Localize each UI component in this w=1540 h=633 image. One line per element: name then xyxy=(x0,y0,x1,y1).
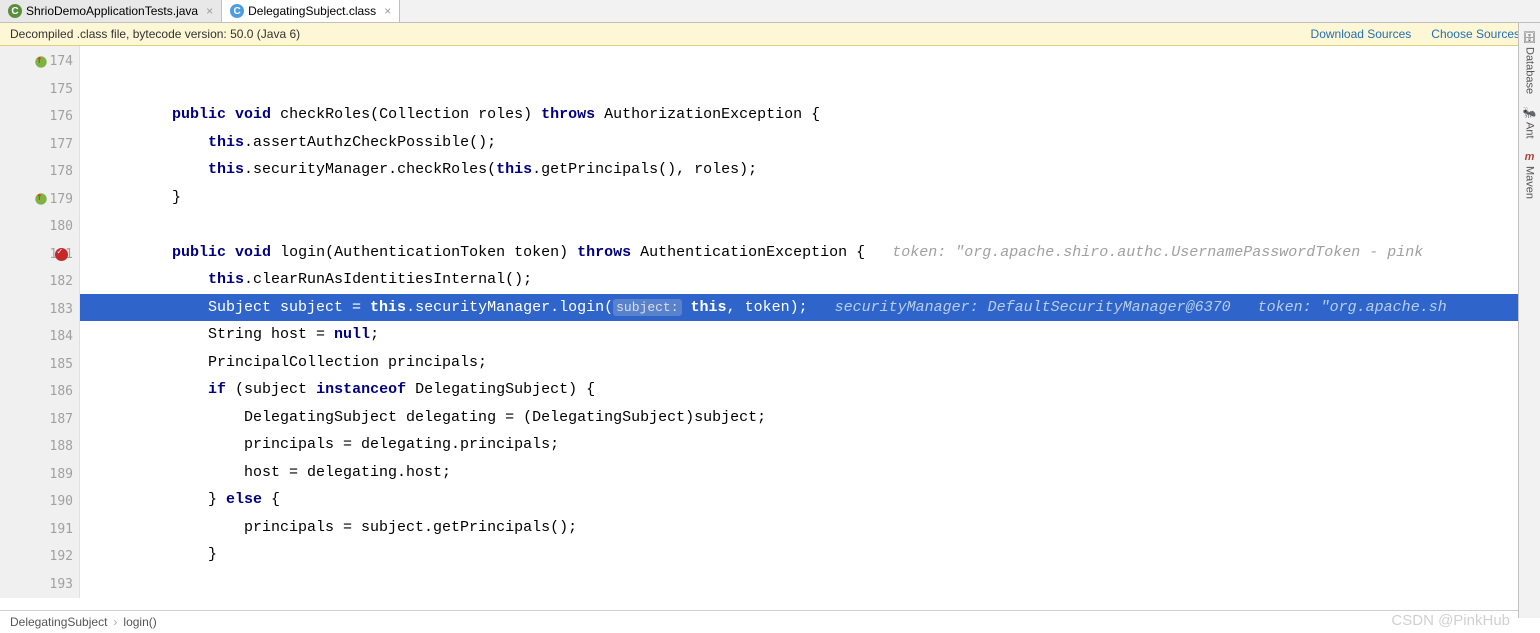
gutter-line[interactable]: 183 xyxy=(0,296,79,324)
close-icon[interactable]: × xyxy=(384,4,391,18)
editor-tabs: C ShrioDemoApplicationTests.java × C Del… xyxy=(0,0,1540,23)
maven-icon: m xyxy=(1525,151,1535,163)
tool-database[interactable]: 🗄 Database xyxy=(1523,31,1537,94)
gutter-line[interactable]: 186 xyxy=(0,378,79,406)
override-icon[interactable] xyxy=(34,192,48,206)
breadcrumb-class[interactable]: DelegatingSubject xyxy=(10,615,107,629)
code-line[interactable]: String host = null; xyxy=(100,321,1540,349)
gutter-line[interactable]: 177 xyxy=(0,131,79,159)
code-line[interactable]: principals = delegating.principals; xyxy=(100,431,1540,459)
java-class-icon: C xyxy=(8,4,22,18)
gutter-line[interactable]: 178 xyxy=(0,158,79,186)
tool-label: Maven xyxy=(1524,166,1536,199)
code-line[interactable]: } xyxy=(100,184,1540,212)
code-editor[interactable]: public void checkRoles(Collection roles)… xyxy=(80,46,1540,598)
breakpoint-icon[interactable] xyxy=(55,248,68,261)
code-line[interactable]: host = delegating.host; xyxy=(100,459,1540,487)
breadcrumb: DelegatingSubject › login() xyxy=(0,610,1518,633)
tool-maven[interactable]: m Maven xyxy=(1524,151,1536,199)
code-line[interactable]: } xyxy=(100,541,1540,569)
code-line[interactable]: public void login(AuthenticationToken to… xyxy=(100,239,1540,267)
breadcrumb-method[interactable]: login() xyxy=(123,615,156,629)
code-line[interactable]: this.securityManager.checkRoles(this.get… xyxy=(100,156,1540,184)
info-links: Download Sources Choose Sources... xyxy=(1311,27,1530,41)
tab-delegating-subject[interactable]: C DelegatingSubject.class × xyxy=(222,0,400,22)
gutter-line[interactable]: 182 xyxy=(0,268,79,296)
code-line[interactable]: } else { xyxy=(100,486,1540,514)
gutter-line[interactable]: 188 xyxy=(0,433,79,461)
close-icon[interactable]: × xyxy=(206,4,213,18)
watermark: CSDN @PinkHub xyxy=(1391,612,1510,629)
gutter-line[interactable]: 189 xyxy=(0,461,79,489)
info-message: Decompiled .class file, bytecode version… xyxy=(10,27,300,41)
code-line[interactable]: public void checkRoles(Collection roles)… xyxy=(100,101,1540,129)
gutter-line[interactable]: 181 xyxy=(0,241,79,269)
gutter-line[interactable]: 176 xyxy=(0,103,79,131)
code-line[interactable]: principals = subject.getPrincipals(); xyxy=(100,514,1540,542)
code-line[interactable] xyxy=(100,211,1540,239)
gutter-line[interactable]: 190 xyxy=(0,488,79,516)
editor-area: 1741751761771781791801811821831841851861… xyxy=(0,46,1540,598)
choose-sources-link[interactable]: Choose Sources... xyxy=(1431,27,1530,41)
gutter-line[interactable]: 184 xyxy=(0,323,79,351)
ant-icon: 🐜 xyxy=(1523,106,1537,119)
gutter-line[interactable]: 185 xyxy=(0,351,79,379)
code-line[interactable]: this.assertAuthzCheckPossible(); xyxy=(100,129,1540,157)
code-line[interactable]: DelegatingSubject delegating = (Delegati… xyxy=(100,404,1540,432)
code-line[interactable]: PrincipalCollection principals; xyxy=(100,349,1540,377)
class-file-icon: C xyxy=(230,4,244,18)
tool-ant[interactable]: 🐜 Ant xyxy=(1523,106,1537,139)
tab-label: ShrioDemoApplicationTests.java xyxy=(26,4,198,18)
gutter-line[interactable]: 191 xyxy=(0,516,79,544)
code-line[interactable]: this.clearRunAsIdentitiesInternal(); xyxy=(100,266,1540,294)
download-sources-link[interactable]: Download Sources xyxy=(1311,27,1412,41)
gutter-line[interactable]: 180 xyxy=(0,213,79,241)
gutter-line[interactable]: 174 xyxy=(0,48,79,76)
gutter-line[interactable]: 193 xyxy=(0,571,79,599)
gutter-line[interactable]: 175 xyxy=(0,76,79,104)
database-icon: 🗄 xyxy=(1523,31,1537,44)
tool-label: Ant xyxy=(1524,122,1536,139)
code-line[interactable]: Subject subject = this.securityManager.l… xyxy=(80,294,1540,322)
chevron-right-icon: › xyxy=(113,615,117,629)
gutter[interactable]: 1741751761771781791801811821831841851861… xyxy=(0,46,80,598)
right-tool-window-bar: 🗄 Database 🐜 Ant m Maven xyxy=(1518,23,1540,618)
gutter-line[interactable]: 192 xyxy=(0,543,79,571)
tab-label: DelegatingSubject.class xyxy=(248,4,376,18)
code-line[interactable] xyxy=(100,569,1540,597)
code-line[interactable]: if (subject instanceof DelegatingSubject… xyxy=(100,376,1540,404)
tab-shrio-demo[interactable]: C ShrioDemoApplicationTests.java × xyxy=(0,0,222,22)
code-line[interactable]: if (principals != null && !principals.is… xyxy=(100,596,1540,598)
decompile-info-bar: Decompiled .class file, bytecode version… xyxy=(0,23,1540,46)
gutter-line[interactable]: 179 xyxy=(0,186,79,214)
override-icon[interactable] xyxy=(34,55,48,69)
tool-label: Database xyxy=(1524,47,1536,94)
gutter-line[interactable]: 187 xyxy=(0,406,79,434)
